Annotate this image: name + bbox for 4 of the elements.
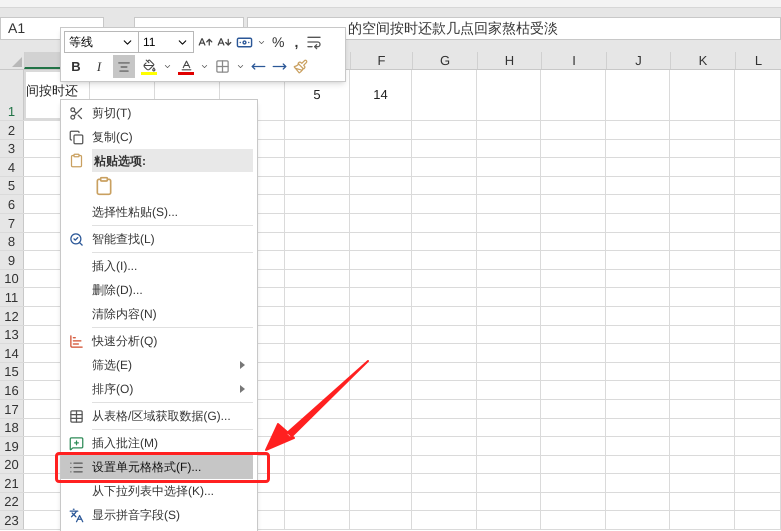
cell-text: 14 bbox=[373, 86, 388, 104]
cell-text: 5 bbox=[313, 86, 321, 104]
cell-text: 间按时还 bbox=[26, 82, 78, 100]
menu-section-header: 粘贴选项: bbox=[94, 152, 146, 170]
